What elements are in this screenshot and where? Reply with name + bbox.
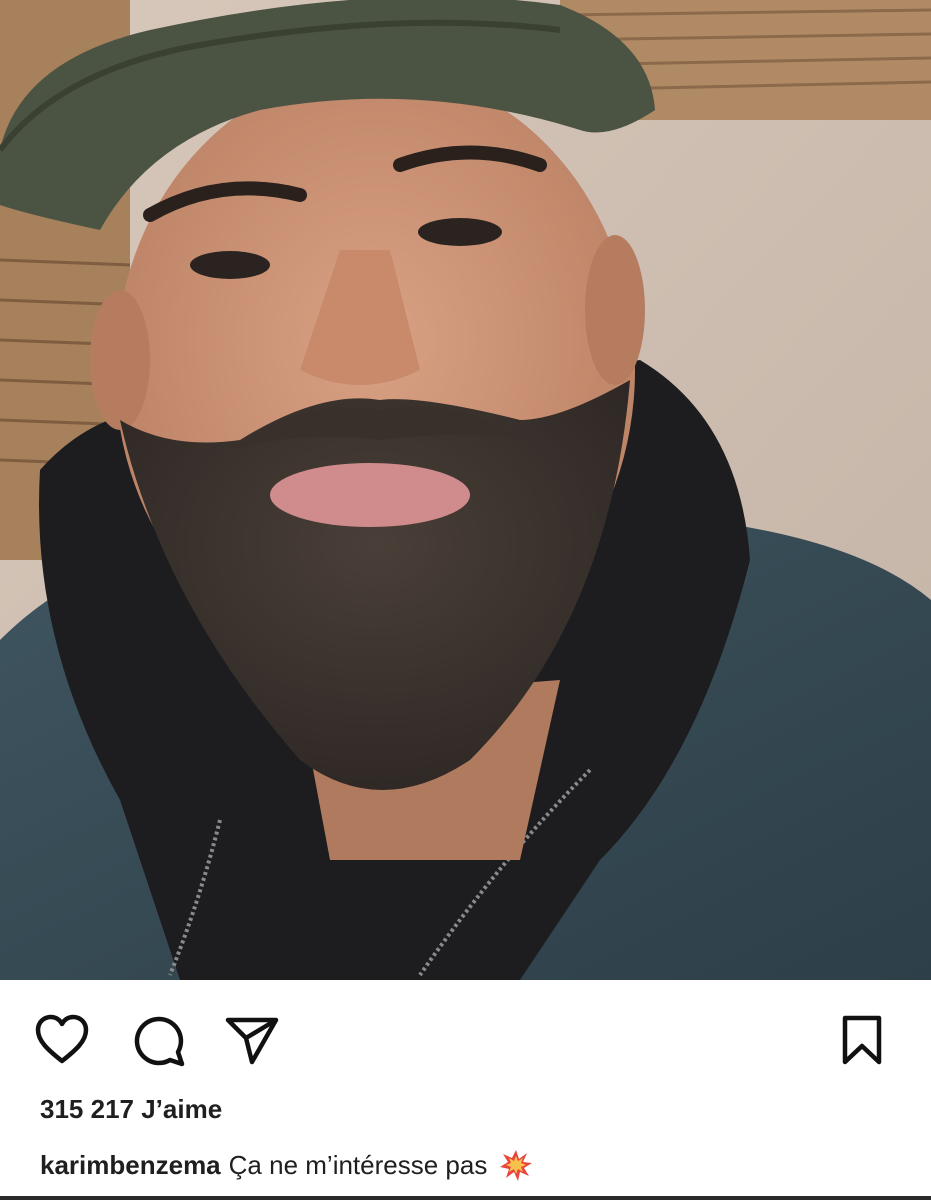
- save-button[interactable]: [832, 1010, 892, 1070]
- caption-username[interactable]: karimbenzema: [40, 1150, 221, 1181]
- comment-icon: [134, 1016, 185, 1067]
- bottom-divider: [0, 1196, 931, 1200]
- like-count[interactable]: 315 217 J’aime: [40, 1094, 222, 1125]
- caption-text: Ça ne m’intéresse pas: [228, 1149, 488, 1180]
- post-action-bar: [0, 980, 931, 1090]
- share-button[interactable]: [222, 1010, 282, 1070]
- bookmark-icon: [842, 1015, 882, 1065]
- send-icon: [225, 1017, 279, 1065]
- like-button[interactable]: [32, 1010, 92, 1070]
- post-caption: karimbenzema Ça ne m’intéresse pas: [40, 1148, 533, 1182]
- comment-button[interactable]: [128, 1010, 188, 1070]
- heart-icon: [35, 1014, 89, 1064]
- selfie-image: [0, 0, 931, 980]
- post-photo[interactable]: [0, 0, 931, 980]
- collision-emoji-icon: [500, 1150, 533, 1181]
